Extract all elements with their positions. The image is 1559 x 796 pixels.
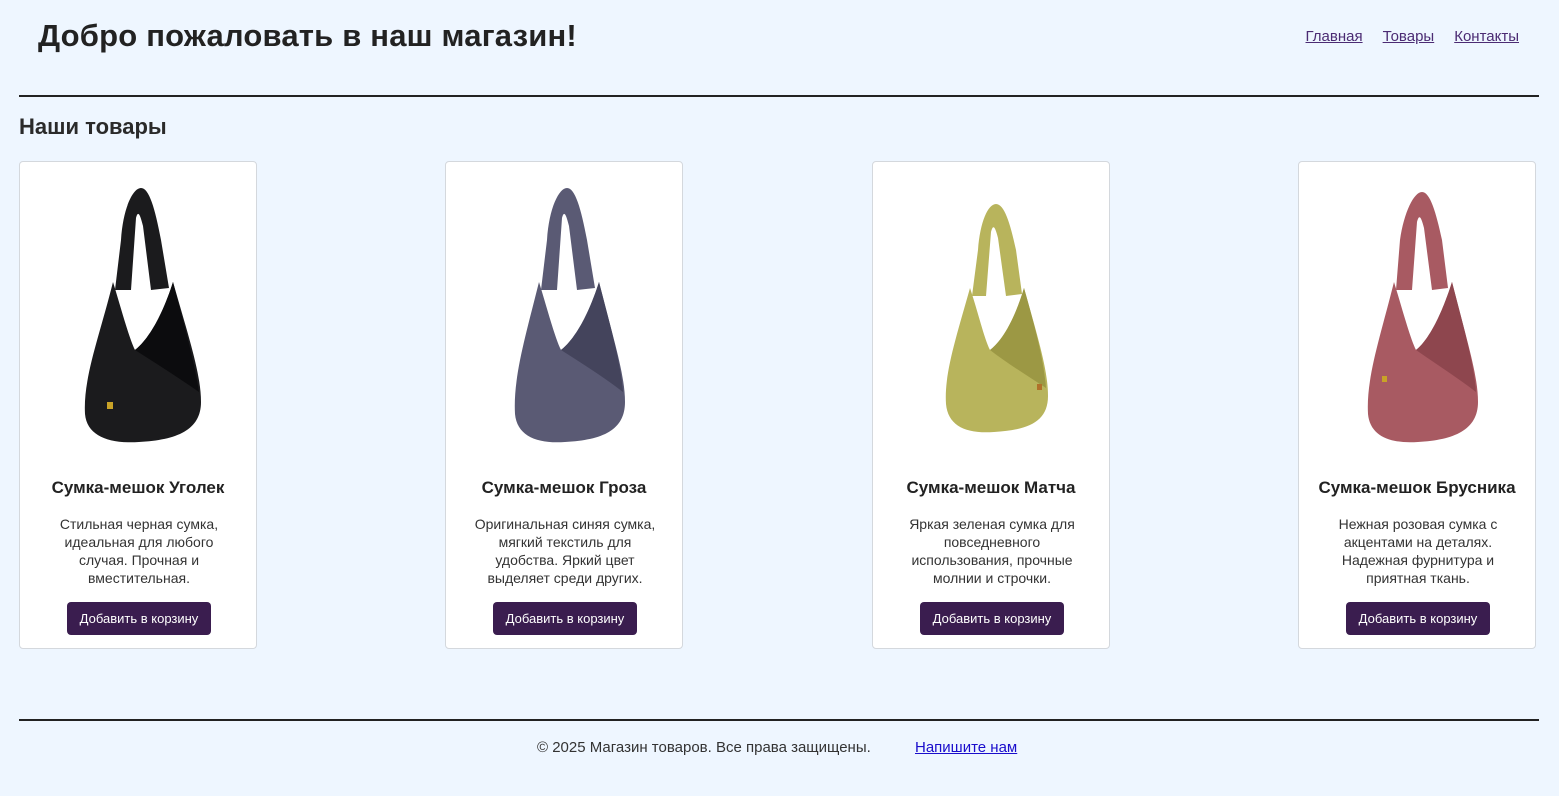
section-title: Наши товары bbox=[19, 114, 167, 139]
bag-strap bbox=[1396, 192, 1448, 290]
product-description: Оригинальная синяя сумка, мягкий текстил… bbox=[474, 516, 656, 586]
add-to-cart-button[interactable]: Добавить в корзину bbox=[67, 602, 211, 635]
site-header: Добро пожаловать в наш магазин! Главная … bbox=[0, 0, 1559, 96]
bag-tag bbox=[1037, 384, 1042, 390]
product-description: Нежная розовая сумка с акцентами на дета… bbox=[1338, 516, 1498, 586]
product-description: Стильная черная сумка, идеальная для люб… bbox=[59, 516, 219, 586]
bag-tag bbox=[1382, 376, 1387, 382]
product-image-bag[interactable] bbox=[1318, 178, 1518, 454]
add-to-cart-button[interactable]: Добавить в корзину bbox=[1346, 602, 1490, 635]
product-image-bag[interactable] bbox=[39, 178, 239, 454]
product-card: Сумка-мешок Матча Яркая зеленая сумка дл… bbox=[872, 161, 1110, 649]
site-title: Добро пожаловать в наш магазин! bbox=[38, 18, 577, 53]
nav-link-contacts[interactable]: Контакты bbox=[1454, 28, 1519, 45]
contact-link[interactable]: Напишите нам bbox=[915, 739, 1017, 756]
main-nav: Главная Товары Контакты bbox=[1306, 28, 1520, 45]
nav-link-home[interactable]: Главная bbox=[1306, 28, 1363, 45]
add-to-cart-button[interactable]: Добавить в корзину bbox=[493, 602, 637, 635]
footer-divider bbox=[19, 719, 1539, 721]
product-card: Сумка-мешок Гроза Оригинальная синяя сум… bbox=[445, 161, 683, 649]
product-card: Сумка-мешок Уголек Стильная черная сумка… bbox=[19, 161, 257, 649]
product-name: Сумка-мешок Матча bbox=[906, 478, 1076, 497]
footer-copyright: © 2025 Магазин товаров. Все права защище… bbox=[537, 739, 871, 756]
bag-strap bbox=[541, 188, 595, 290]
nav-link-products[interactable]: Товары bbox=[1383, 28, 1435, 45]
product-name: Сумка-мешок Гроза bbox=[481, 478, 647, 497]
bag-strap bbox=[115, 188, 169, 290]
add-to-cart-button[interactable]: Добавить в корзину bbox=[920, 602, 1064, 635]
product-grid: Сумка-мешок Уголек Стильная черная сумка… bbox=[19, 161, 1539, 652]
product-description: Яркая зеленая сумка для повседневного ис… bbox=[909, 516, 1075, 586]
product-name: Сумка-мешок Брусника bbox=[1318, 478, 1516, 497]
product-name: Сумка-мешок Уголек bbox=[51, 478, 225, 497]
product-image-bag[interactable] bbox=[892, 178, 1092, 454]
header-divider bbox=[19, 95, 1539, 97]
bag-tag bbox=[107, 402, 113, 409]
product-image-bag[interactable] bbox=[465, 178, 665, 454]
bag-strap bbox=[972, 204, 1022, 296]
product-card: Сумка-мешок Брусника Нежная розовая сумк… bbox=[1298, 161, 1536, 649]
